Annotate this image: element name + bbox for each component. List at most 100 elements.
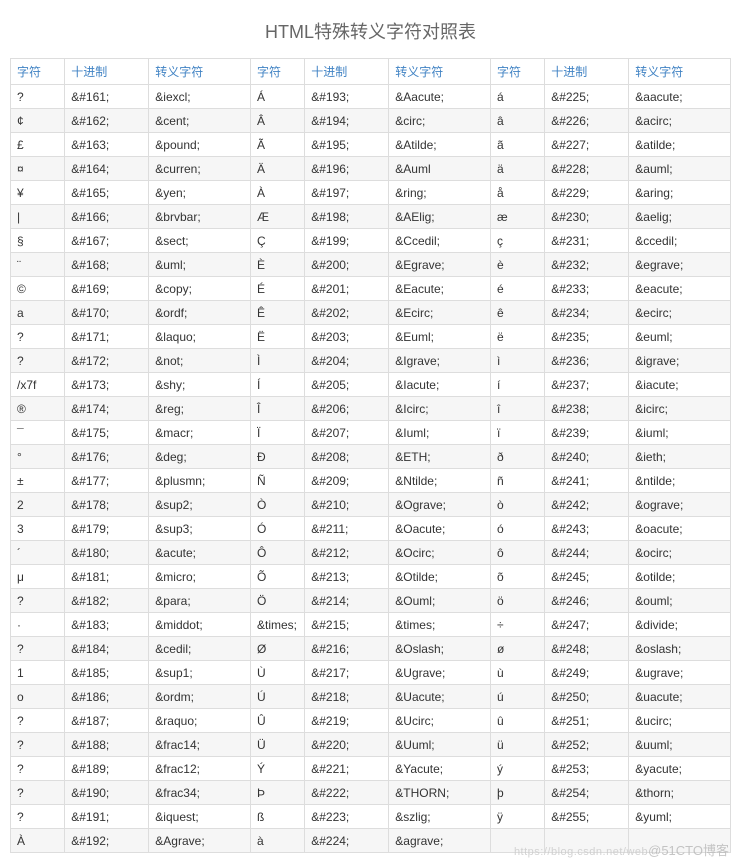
table-cell: ö [490,589,544,613]
table-cell: &Iacute; [389,373,491,397]
table-cell: &yacute; [629,757,731,781]
table-cell: a [11,301,65,325]
table-cell: Ð [250,445,304,469]
table-cell: &#207; [305,421,389,445]
col-header: 字符 [11,59,65,85]
table-cell: &#178; [65,493,149,517]
table-cell: &Ouml; [389,589,491,613]
table-cell: &#200; [305,253,389,277]
table-cell: ¯ [11,421,65,445]
table-cell: ü [490,733,544,757]
table-cell: Ë [250,325,304,349]
table-cell: &#183; [65,613,149,637]
table-cell: À [250,181,304,205]
table-cell [490,829,544,853]
table-cell: ç [490,229,544,253]
table-cell: | [11,205,65,229]
table-cell: &Iuml; [389,421,491,445]
table-cell: À [11,829,65,853]
table-row: 1&#185;&sup1;Ù&#217;&Ugrave;ù&#249;&ugra… [11,661,731,685]
table-cell: &#190; [65,781,149,805]
table-cell: &middot; [149,613,251,637]
col-header: 十进制 [65,59,149,85]
table-cell: &ring; [389,181,491,205]
table-cell: &#231; [545,229,629,253]
table-cell: &aelig; [629,205,731,229]
table-cell: &#187; [65,709,149,733]
table-cell: &macr; [149,421,251,445]
table-cell: Ó [250,517,304,541]
table-cell: ï [490,421,544,445]
table-cell: Ã [250,133,304,157]
table-cell: &oacute; [629,517,731,541]
table-cell: &#209; [305,469,389,493]
table-cell: ñ [490,469,544,493]
table-cell: &#201; [305,277,389,301]
table-cell: &#222; [305,781,389,805]
table-cell: &#232; [545,253,629,277]
table-cell: &micro; [149,565,251,589]
table-cell: &ocirc; [629,541,731,565]
table-cell: &#169; [65,277,149,301]
table-cell: ë [490,325,544,349]
table-cell: &ieth; [629,445,731,469]
table-cell: &auml; [629,157,731,181]
table-cell: õ [490,565,544,589]
table-cell: &ugrave; [629,661,731,685]
table-cell: &sect; [149,229,251,253]
table-cell: &Icirc; [389,397,491,421]
table-row: ?&#171;&laquo;Ë&#203;&Euml;ë&#235;&euml; [11,325,731,349]
table-cell: &Oacute; [389,517,491,541]
table-cell: &#163; [65,133,149,157]
table-cell: &Ntilde; [389,469,491,493]
table-cell: &#244; [545,541,629,565]
table-cell: æ [490,205,544,229]
table-cell: &#173; [65,373,149,397]
table-cell: Ý [250,757,304,781]
table-row: ?&#189;&frac12;Ý&#221;&Yacute;ý&#253;&ya… [11,757,731,781]
table-cell: &Uuml; [389,733,491,757]
table-cell: ó [490,517,544,541]
table-cell: &pound; [149,133,251,157]
table-cell: û [490,709,544,733]
table-cell: &#236; [545,349,629,373]
table-row: £&#163;&pound;Ã&#195;&Atilde;ã&#227;&ati… [11,133,731,157]
table-cell: &#215; [305,613,389,637]
table-cell: § [11,229,65,253]
table-cell: &#174; [65,397,149,421]
table-cell: &#195; [305,133,389,157]
table-cell: Õ [250,565,304,589]
table-cell: &#234; [545,301,629,325]
table-cell: &curren; [149,157,251,181]
table-cell: ? [11,349,65,373]
table-row: ¯&#175;&macr;Ï&#207;&Iuml;ï&#239;&iuml; [11,421,731,445]
table-cell: ú [490,685,544,709]
table-cell: &#171; [65,325,149,349]
table-cell: &Ccedil; [389,229,491,253]
escape-table: 字符 十进制 转义字符 字符 十进制 转义字符 字符 十进制 转义字符 ?&#1… [10,58,731,853]
table-cell: ù [490,661,544,685]
table-row: ·&#183;&middot;&times;&#215;&times;÷&#24… [11,613,731,637]
table-cell: &uuml; [629,733,731,757]
table-cell: &Oslash; [389,637,491,661]
table-cell: &#227; [545,133,629,157]
table-cell: &ccedil; [629,229,731,253]
table-cell: à [250,829,304,853]
table-cell: á [490,85,544,109]
table-cell: &Auml [389,157,491,181]
table-cell: ? [11,805,65,829]
table-cell: è [490,253,544,277]
table-cell: &#198; [305,205,389,229]
table-cell: &#246; [545,589,629,613]
table-cell: Ù [250,661,304,685]
table-cell: &iexcl; [149,85,251,109]
table-cell: &sup3; [149,517,251,541]
table-cell: &euml; [629,325,731,349]
table-cell: ® [11,397,65,421]
table-row: ?&#187;&raquo;Û&#219;&Ucirc;û&#251;&ucir… [11,709,731,733]
table-row: o&#186;&ordm;Ú&#218;&Uacute;ú&#250;&uacu… [11,685,731,709]
table-cell: &ordf; [149,301,251,325]
table-cell: &Euml; [389,325,491,349]
table-cell: &igrave; [629,349,731,373]
table-cell: &Otilde; [389,565,491,589]
